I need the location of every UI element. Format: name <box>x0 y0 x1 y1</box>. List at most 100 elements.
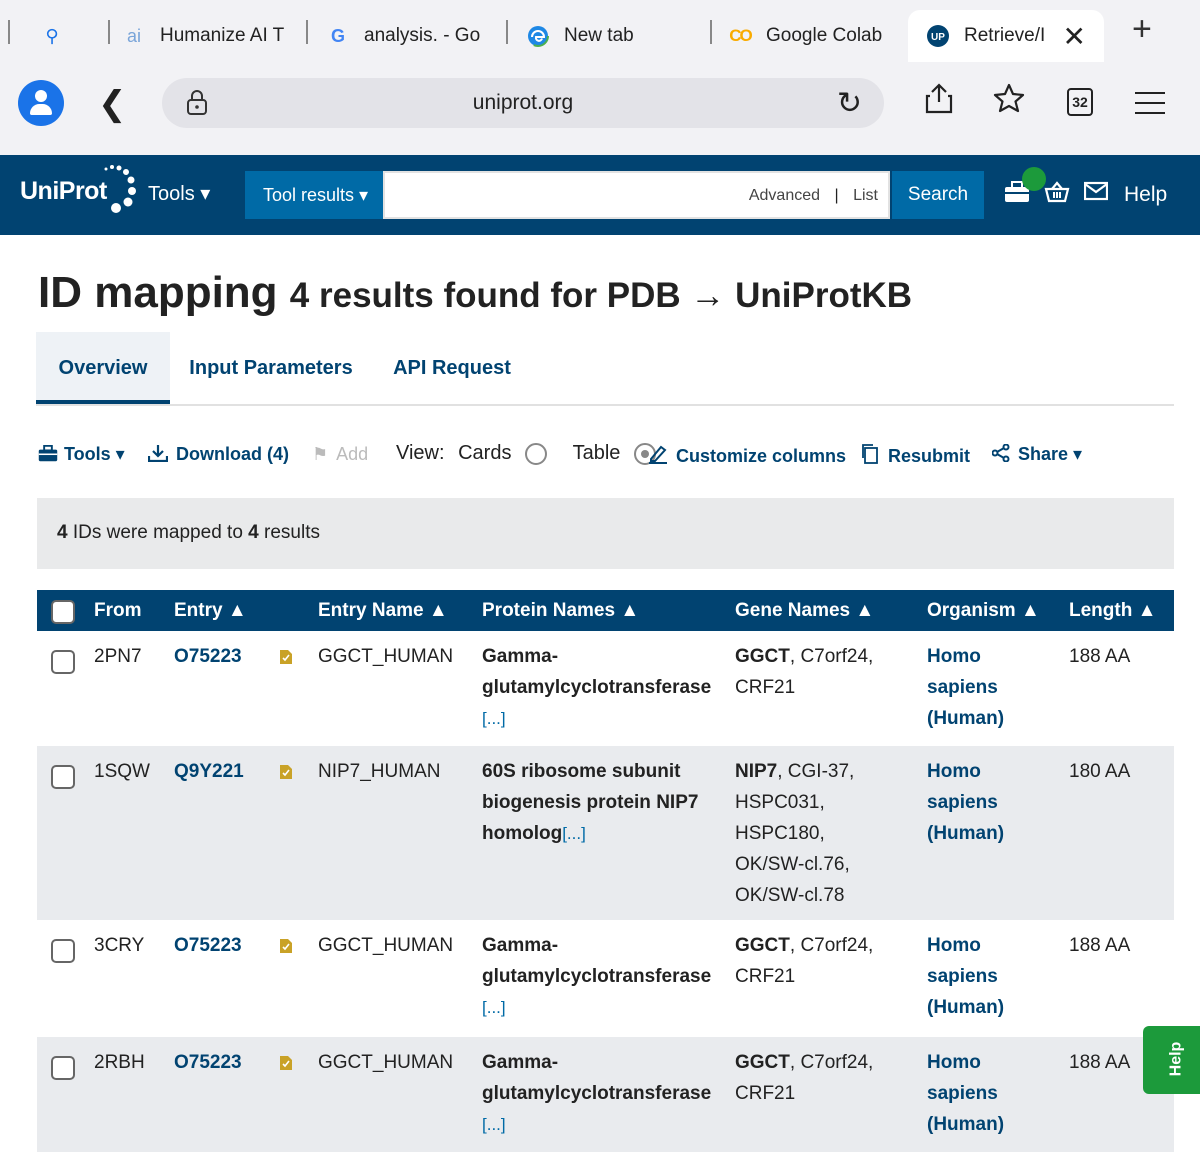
cell-entry-name: GGCT_HUMAN <box>318 646 454 667</box>
list-link[interactable]: List <box>853 187 878 204</box>
basket-icon[interactable] <box>1044 181 1070 209</box>
cell-organism-link[interactable]: Homo sapiens (Human) <box>927 756 1004 849</box>
expand-protein-names-link[interactable]: [...] <box>482 998 506 1017</box>
search-button[interactable]: Search <box>892 171 984 219</box>
profile-avatar[interactable] <box>18 80 64 126</box>
browser-tab-retrieve[interactable]: UP Retrieve/I ✕ <box>908 10 1104 62</box>
column-header-entry-name[interactable]: Entry Name ▲ <box>318 600 448 622</box>
cell-organism-link[interactable]: Homo sapiens (Human) <box>927 1047 1004 1140</box>
tab-separator <box>710 20 712 44</box>
share-icon[interactable] <box>924 82 954 122</box>
cell-protein-names: Gamma-glutamylcyclotransferase [...] <box>482 646 712 728</box>
cell-entry-link[interactable]: O75223 <box>174 1047 242 1078</box>
table-row: 2RBH O75223 GGCT_HUMAN Gamma-glutamylcyclot… <box>37 1037 1174 1152</box>
search-options: Advanced | List <box>748 187 878 204</box>
page-subtitle: 4 results found for PDB → UniProtKB <box>289 276 913 315</box>
cell-length: 188 AA <box>1069 646 1131 667</box>
url-text: uniprot.org <box>472 91 574 114</box>
uniprot-header: UniProt Tools ▾ Tool results ▾ Advanced … <box>0 155 1200 235</box>
google-icon: G <box>330 25 345 46</box>
browser-tab-humanize[interactable]: ai Humanize AI T <box>122 10 292 62</box>
reviewed-icon <box>280 650 292 664</box>
page-title: ID mapping 4 results found for PDB → Uni… <box>38 268 912 318</box>
column-header-gene-names[interactable]: Gene Names ▲ <box>735 600 874 622</box>
tab-overview[interactable]: Overview <box>36 332 170 404</box>
cell-gene-names: GGCT, C7orf24, CRF21 <box>735 1052 874 1104</box>
advanced-link[interactable]: Advanced <box>749 187 820 204</box>
new-tab-button[interactable]: + <box>1132 10 1152 49</box>
job-status-indicator <box>1022 167 1046 191</box>
cell-entry-name: NIP7_HUMAN <box>318 761 441 782</box>
tab-api-request[interactable]: API Request <box>386 332 518 404</box>
download-icon <box>147 445 169 463</box>
back-arrow-icon[interactable]: ❮ <box>98 84 127 124</box>
pencil-icon <box>649 445 667 464</box>
customize-columns-button[interactable]: Customize columns <box>648 444 846 467</box>
cell-entry-link[interactable]: O75223 <box>174 930 242 961</box>
row-checkbox[interactable] <box>51 939 75 963</box>
cell-from: 2PN7 <box>94 646 142 667</box>
view-cards-radio[interactable] <box>525 442 548 465</box>
cell-organism-link[interactable]: Homo sapiens (Human) <box>927 641 1004 734</box>
download-button[interactable]: Download (4) <box>147 444 289 465</box>
reviewed-icon <box>280 1056 292 1070</box>
svg-text:UP: UP <box>931 32 945 43</box>
reviewed-icon <box>280 939 292 953</box>
tool-results-dropdown[interactable]: Tool results ▾ <box>245 171 383 219</box>
menu-icon[interactable] <box>1135 92 1165 122</box>
row-checkbox[interactable] <box>51 1056 75 1080</box>
tab-input-parameters[interactable]: Input Parameters <box>186 332 356 404</box>
expand-protein-names-link[interactable]: [...] <box>562 824 586 843</box>
table-row: 3CRY O75223 GGCT_HUMAN Gamma-glutamylcyclot… <box>37 920 1174 1037</box>
browser-toolbar: ❮ uniprot.org ↻ 32 <box>0 64 1200 155</box>
resubmit-button[interactable]: Resubmit <box>860 444 970 467</box>
column-header-entry[interactable]: Entry ▲ <box>174 600 247 622</box>
cell-length: 180 AA <box>1069 761 1131 782</box>
tools-button[interactable]: Tools ▾ <box>38 444 125 465</box>
expand-protein-names-link[interactable]: [...] <box>482 1115 506 1134</box>
address-bar[interactable]: uniprot.org ↻ <box>162 78 884 128</box>
cell-from: 1SQW <box>94 761 150 782</box>
cell-organism-link[interactable]: Homo sapiens (Human) <box>927 930 1004 1023</box>
basket-icon: ⚑ <box>312 444 329 464</box>
column-header-protein-names[interactable]: Protein Names ▲ <box>482 600 639 622</box>
expand-protein-names-link[interactable]: [...] <box>482 709 506 728</box>
mapping-summary: 4 IDs were mapped to 4 results <box>37 498 1174 569</box>
cell-entry-link[interactable]: O75223 <box>174 641 242 672</box>
share-button[interactable]: Share ▾ <box>991 443 1082 465</box>
share-icon <box>991 443 1010 463</box>
cell-protein-names: Gamma-glutamylcyclotransferase [...] <box>482 1052 712 1134</box>
cell-entry-link[interactable]: Q9Y221 <box>174 756 244 787</box>
browser-tab-search[interactable]: ⚲ <box>40 10 100 62</box>
browser-tab-newtab[interactable]: New tab <box>526 10 696 62</box>
search-input[interactable]: Advanced | List <box>383 171 890 219</box>
row-checkbox[interactable] <box>51 650 75 674</box>
browser-tab-google[interactable]: G analysis. - Go <box>326 10 492 62</box>
browser-tab-bar: ⚲ ai Humanize AI T G analysis. - Go New … <box>0 0 1200 64</box>
reload-icon[interactable]: ↻ <box>837 86 862 121</box>
tools-menu[interactable]: Tools ▾ <box>148 181 210 206</box>
view-cards-label: Cards <box>458 442 512 464</box>
column-header-length[interactable]: Length ▲ <box>1069 600 1156 622</box>
view-toggle: View: Cards Table <box>396 442 656 465</box>
bookmark-star-icon[interactable] <box>993 82 1025 122</box>
tab-label: Humanize AI T <box>160 25 285 46</box>
row-checkbox[interactable] <box>51 765 75 789</box>
cell-entry-name: GGCT_HUMAN <box>318 935 454 956</box>
close-icon[interactable]: ✕ <box>1063 20 1086 53</box>
tab-separator <box>306 20 308 44</box>
select-all-checkbox[interactable] <box>51 600 75 624</box>
mail-icon[interactable] <box>1083 181 1109 207</box>
help-link[interactable]: Help <box>1124 183 1167 207</box>
tab-count-button[interactable]: 32 <box>1067 88 1093 116</box>
cell-protein-names: Gamma-glutamylcyclotransferase [...] <box>482 935 712 1017</box>
result-tabs: Overview Input Parameters API Request <box>36 332 1174 406</box>
view-label: View: <box>396 442 445 464</box>
browser-tab-colab[interactable]: CO Google Colab <box>728 10 898 62</box>
add-to-basket-button[interactable]: ⚑ Add <box>312 444 368 465</box>
cell-length: 188 AA <box>1069 1052 1131 1073</box>
tab-separator <box>506 20 508 44</box>
column-header-organism[interactable]: Organism ▲ <box>927 600 1040 622</box>
cell-from: 3CRY <box>94 935 145 956</box>
help-side-tab[interactable]: Help <box>1143 1026 1200 1094</box>
